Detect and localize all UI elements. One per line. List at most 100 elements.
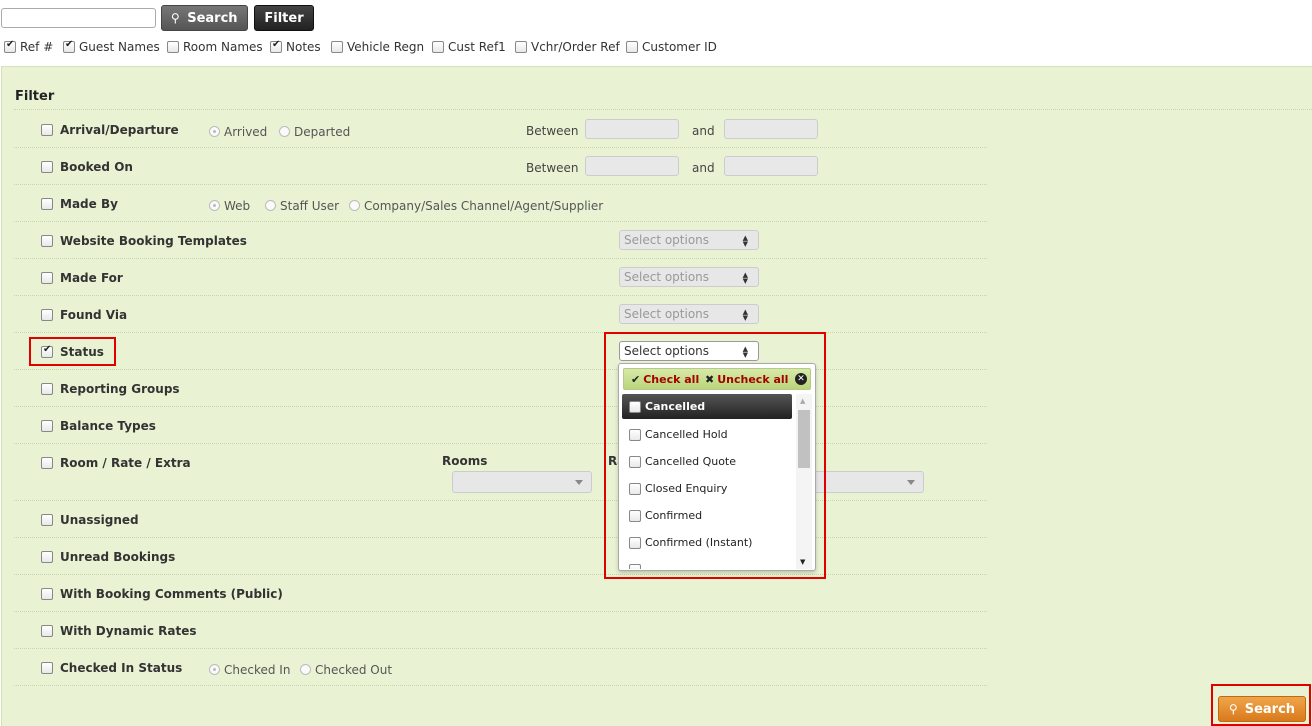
checkbox[interactable]: [41, 383, 53, 395]
chevron-updown-icon: ▲ ▼: [742, 308, 748, 322]
checkbox[interactable]: [41, 457, 53, 469]
filter-row-booked-on: Booked On Between and: [14, 148, 987, 185]
checkbox[interactable]: [41, 625, 53, 637]
search-button[interactable]: ⚲ Search: [161, 5, 248, 31]
booked-date-to[interactable]: [724, 156, 818, 176]
radio-icon: [265, 200, 276, 211]
checkbox[interactable]: [41, 662, 53, 674]
checkbox[interactable]: [331, 41, 343, 53]
arrival-date-from[interactable]: [585, 119, 679, 139]
checkbox[interactable]: [626, 41, 638, 53]
highlight-status-checkbox: [29, 337, 116, 366]
search-button-bottom[interactable]: ⚲ Search: [1218, 696, 1306, 722]
checkbox[interactable]: [41, 420, 53, 432]
rooms-heading: Rooms: [442, 454, 488, 468]
checkbox[interactable]: [41, 235, 53, 247]
radio-icon: [279, 126, 290, 137]
filter-row-unassigned: Unassigned: [14, 501, 987, 538]
arrival-date-to[interactable]: [724, 119, 818, 139]
radio-departed[interactable]: Departed: [279, 125, 350, 139]
search-input[interactable]: [1, 8, 156, 28]
checkbox[interactable]: [41, 588, 53, 600]
filter-row-website-templates: Website Booking Templates Select options…: [14, 222, 987, 259]
checkbox[interactable]: [41, 124, 53, 136]
column-option-vchr-order-ref[interactable]: Vchr/Order Ref: [515, 40, 620, 54]
divider: [14, 109, 1312, 110]
radio-icon: [209, 126, 220, 137]
filter-balance-types[interactable]: Balance Types: [41, 419, 156, 433]
radio-company-channel[interactable]: Company/Sales Channel/Agent/Supplier: [349, 199, 603, 213]
checkbox[interactable]: [41, 161, 53, 173]
filter-website-templates[interactable]: Website Booking Templates: [41, 234, 247, 248]
filter-made-by[interactable]: Made By: [41, 197, 118, 211]
radio-checked-out[interactable]: Checked Out: [300, 663, 392, 677]
column-option-ref[interactable]: Ref #: [4, 39, 53, 54]
highlight-status-dropdown: [604, 332, 826, 579]
checkbox[interactable]: [432, 41, 444, 53]
radio-icon: [209, 664, 220, 675]
filter-booked-on[interactable]: Booked On: [41, 160, 133, 174]
chevron-updown-icon: ▲ ▼: [742, 234, 748, 248]
column-option-customer-id[interactable]: Customer ID: [626, 40, 717, 54]
chevron-down-icon: [575, 480, 583, 485]
checkbox[interactable]: [41, 514, 53, 526]
checkbox[interactable]: [41, 309, 53, 321]
found-via-select[interactable]: Select options ▲ ▼: [619, 304, 759, 324]
filter-panel-title: Filter: [15, 89, 55, 104]
checkbox[interactable]: [167, 41, 179, 53]
checkbox[interactable]: [4, 39, 16, 53]
search-button-label: Search: [1244, 701, 1296, 717]
filter-row-dynamic-rates: With Dynamic Rates: [14, 612, 987, 649]
filter-row-reporting-groups: Reporting Groups: [14, 370, 987, 407]
booked-date-from[interactable]: [585, 156, 679, 176]
checkbox[interactable]: [41, 272, 53, 284]
chevron-updown-icon: ▲ ▼: [742, 271, 748, 285]
column-option-cust-ref1[interactable]: Cust Ref1: [432, 40, 506, 54]
column-option-notes[interactable]: Notes: [270, 39, 321, 54]
filter-row-found-via: Found Via Select options ▲ ▼: [14, 296, 987, 333]
radio-staff-user[interactable]: Staff User: [265, 199, 339, 213]
filter-reporting-groups[interactable]: Reporting Groups: [41, 382, 180, 396]
filter-room-rate-extra[interactable]: Room / Rate / Extra: [41, 456, 191, 470]
checkbox[interactable]: [41, 551, 53, 563]
column-option-room-names[interactable]: Room Names: [167, 40, 263, 54]
filter-unassigned[interactable]: Unassigned: [41, 513, 139, 527]
filter-dynamic-rates[interactable]: With Dynamic Rates: [41, 624, 197, 638]
and-label: and: [692, 161, 715, 175]
filter-row-status: Status Select options▲▼: [14, 333, 987, 370]
checkbox[interactable]: [515, 41, 527, 53]
filter-arrival-departure[interactable]: Arrival/Departure: [41, 123, 179, 137]
radio-icon: [300, 664, 311, 675]
chevron-down-icon: [907, 480, 915, 485]
filter-button[interactable]: Filter: [254, 5, 314, 31]
filter-made-for[interactable]: Made For: [41, 271, 123, 285]
radio-checked-in[interactable]: Checked In: [209, 663, 290, 677]
filter-button-label: Filter: [264, 10, 304, 26]
checkbox[interactable]: [270, 39, 282, 53]
column-option-vehicle-regn[interactable]: Vehicle Regn: [331, 40, 424, 54]
filter-unread-bookings[interactable]: Unread Bookings: [41, 550, 175, 564]
filter-checked-in-status[interactable]: Checked In Status: [41, 661, 182, 675]
filter-found-via[interactable]: Found Via: [41, 308, 127, 322]
filter-row-arrival-departure: Arrival/Departure Arrived Departed Betwe…: [14, 111, 987, 148]
rooms-select[interactable]: [452, 471, 592, 493]
filter-row-made-for: Made For Select options ▲ ▼: [14, 259, 987, 296]
radio-icon: [209, 200, 220, 211]
radio-icon: [349, 200, 360, 211]
radio-web[interactable]: Web: [209, 199, 250, 213]
checkbox[interactable]: [63, 39, 75, 53]
and-label: and: [692, 124, 715, 138]
column-option-guest-names[interactable]: Guest Names: [63, 39, 160, 54]
filter-row-checked-in-status: Checked In Status Checked In Checked Out: [14, 649, 987, 686]
filter-row-made-by: Made By Web Staff User Company/Sales Cha…: [14, 185, 987, 222]
radio-arrived[interactable]: Arrived: [209, 125, 267, 139]
search-button-label: Search: [187, 10, 238, 26]
filter-booking-comments[interactable]: With Booking Comments (Public): [41, 587, 283, 601]
checkbox[interactable]: [41, 198, 53, 210]
between-label: Between: [526, 124, 579, 138]
made-for-select[interactable]: Select options ▲ ▼: [619, 267, 759, 287]
website-templates-select[interactable]: Select options ▲ ▼: [619, 230, 759, 250]
filter-row-balance-types: Balance Types: [14, 407, 987, 444]
search-icon: ⚲: [1228, 702, 1238, 716]
search-icon: ⚲: [171, 11, 181, 25]
